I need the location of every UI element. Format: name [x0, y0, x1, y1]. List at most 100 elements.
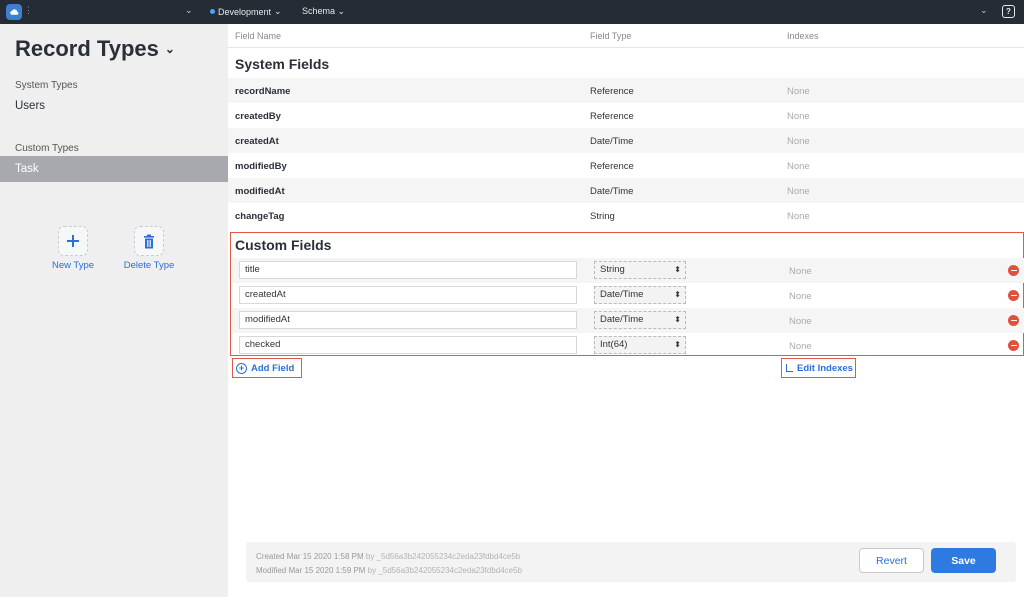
field-type: String — [590, 211, 615, 222]
updown-arrows-icon: ⬍ — [674, 265, 681, 274]
schema-editor: Field Name Field Type Indexes System Fie… — [228, 24, 1024, 597]
edit-indexes-button[interactable]: Edit Indexes — [781, 358, 856, 378]
custom-field-row: modifiedAt Date/Time ⬍ None — [232, 308, 1024, 333]
new-type-button[interactable]: New Type — [33, 226, 113, 271]
updown-arrows-icon: ⬍ — [674, 315, 681, 324]
sidebar-item-users[interactable]: Users — [0, 93, 228, 119]
save-button[interactable]: Save — [931, 548, 996, 573]
field-name: modifiedAt — [235, 186, 285, 197]
field-type-select[interactable]: String ⬍ — [594, 261, 686, 279]
footer-bar: Created Mar 15 2020 1:58 PM by _5d56a3b2… — [246, 542, 1016, 582]
field-name: createdAt — [235, 136, 279, 147]
modified-meta: Modified Mar 15 2020 1:59 PM by _5d56a3b… — [256, 566, 522, 575]
sidebar-item-label: Task — [15, 163, 39, 175]
system-fields-heading: System Fields — [235, 56, 330, 72]
field-indexes: None — [787, 161, 810, 172]
field-indexes: None — [789, 266, 812, 277]
help-icon[interactable]: ? — [1002, 5, 1015, 18]
cloudkit-app-icon[interactable] — [6, 4, 22, 20]
field-name: modifiedBy — [235, 161, 287, 172]
schema-label: Schema — [302, 6, 336, 16]
field-type: Reference — [590, 86, 634, 97]
field-indexes: None — [787, 186, 810, 197]
column-headers: Field Name Field Type Indexes — [228, 24, 1024, 48]
field-indexes: None — [787, 211, 810, 222]
container-chevron-down-icon[interactable]: ⌄ — [185, 5, 193, 16]
custom-field-row: createdAt Date/Time ⬍ None — [232, 283, 1024, 308]
sidebar: Record Types ⌄ System Types Users Custom… — [0, 24, 228, 597]
field-indexes: None — [789, 291, 812, 302]
header-field-type: Field Type — [590, 31, 632, 41]
record-types-title[interactable]: Record Types ⌄ — [15, 36, 175, 62]
environment-status-dot — [210, 9, 215, 14]
field-name: recordName — [235, 86, 291, 97]
sidebar-title-label: Record Types — [15, 36, 159, 61]
add-field-label: Add Field — [251, 362, 295, 374]
modified-by: by _5d56a3b242055234c2eda23fdbd4ce5b — [367, 566, 523, 575]
chevron-down-icon: ⌄ — [274, 6, 282, 16]
field-type-select[interactable]: Date/Time ⬍ — [594, 286, 686, 304]
field-name-input[interactable]: title — [239, 261, 577, 279]
more-dots-icon[interactable]: ⋮ — [24, 5, 33, 16]
header-indexes: Indexes — [787, 31, 819, 41]
delete-type-button[interactable]: Delete Type — [109, 226, 189, 271]
updown-arrows-icon: ⬍ — [674, 340, 681, 349]
schema-menu[interactable]: Schema ⌄ — [302, 6, 345, 17]
add-field-button[interactable]: + Add Field — [232, 358, 302, 378]
table-row: modifiedBy Reference None — [228, 153, 1024, 178]
trash-icon — [134, 226, 164, 256]
custom-types-label: Custom Types — [15, 143, 79, 154]
field-type: Reference — [590, 161, 634, 172]
table-row: createdAt Date/Time None — [228, 128, 1024, 153]
sidebar-item-task[interactable]: Task — [0, 156, 228, 182]
modified-date: Mar 15 2020 1:59 PM — [288, 566, 366, 575]
field-name-input[interactable]: createdAt — [239, 286, 577, 304]
field-name: createdBy — [235, 111, 281, 122]
chevron-down-icon: ⌄ — [337, 6, 346, 16]
remove-field-icon[interactable] — [1008, 290, 1019, 301]
field-type: Date/Time — [590, 136, 634, 147]
remove-field-icon[interactable] — [1008, 315, 1019, 326]
table-row: modifiedAt Date/Time None — [228, 178, 1024, 203]
field-indexes: None — [789, 341, 812, 352]
new-type-label: New Type — [51, 260, 95, 271]
field-type: Date/Time — [590, 186, 634, 197]
custom-fields-section: Custom Fields title String ⬍ None created… — [230, 232, 1024, 356]
field-name: changeTag — [235, 211, 285, 222]
custom-field-row: title String ⬍ None — [232, 258, 1024, 283]
custom-field-row: checked Int(64) ⬍ None — [232, 333, 1024, 358]
updown-arrows-icon: ⬍ — [674, 290, 681, 299]
field-name-input[interactable]: modifiedAt — [239, 311, 577, 329]
delete-type-label: Delete Type — [123, 260, 175, 271]
field-name-input[interactable]: checked — [239, 336, 577, 354]
custom-fields-heading: Custom Fields — [235, 237, 332, 253]
top-bar: ⋮ ⌄ Development ⌄ Schema ⌄ ⌄ ? — [0, 0, 1024, 24]
created-date: Mar 15 2020 1:58 PM — [286, 552, 364, 561]
created-label: Created — [256, 552, 285, 561]
edit-indexes-label: Edit Indexes — [797, 362, 853, 374]
field-indexes: None — [789, 316, 812, 327]
field-indexes: None — [787, 86, 810, 97]
chevron-down-icon: ⌄ — [164, 42, 175, 56]
field-type-select[interactable]: Int(64) ⬍ — [594, 336, 686, 354]
modified-label: Modified — [256, 566, 287, 575]
created-by: by _5d56a3b242055234c2eda23fdbd4ce5b — [365, 552, 521, 561]
environment-selector[interactable]: Development ⌄ — [210, 6, 282, 17]
revert-button[interactable]: Revert — [859, 548, 924, 573]
field-indexes: None — [787, 136, 810, 147]
field-indexes: None — [787, 111, 810, 122]
table-row: recordName Reference None — [228, 78, 1024, 103]
table-row: changeTag String None — [228, 203, 1024, 228]
remove-field-icon[interactable] — [1008, 340, 1019, 351]
environment-label: Development — [218, 6, 272, 17]
account-chevron-down-icon[interactable]: ⌄ — [980, 5, 988, 16]
field-type-value: Date/Time — [600, 289, 644, 300]
sidebar-item-label: Users — [15, 100, 46, 112]
created-meta: Created Mar 15 2020 1:58 PM by _5d56a3b2… — [256, 552, 520, 561]
table-row: createdBy Reference None — [228, 103, 1024, 128]
field-type-value: Int(64) — [600, 339, 628, 350]
field-type: Reference — [590, 111, 634, 122]
remove-field-icon[interactable] — [1008, 265, 1019, 276]
header-field-name: Field Name — [235, 31, 282, 41]
field-type-select[interactable]: Date/Time ⬍ — [594, 311, 686, 329]
